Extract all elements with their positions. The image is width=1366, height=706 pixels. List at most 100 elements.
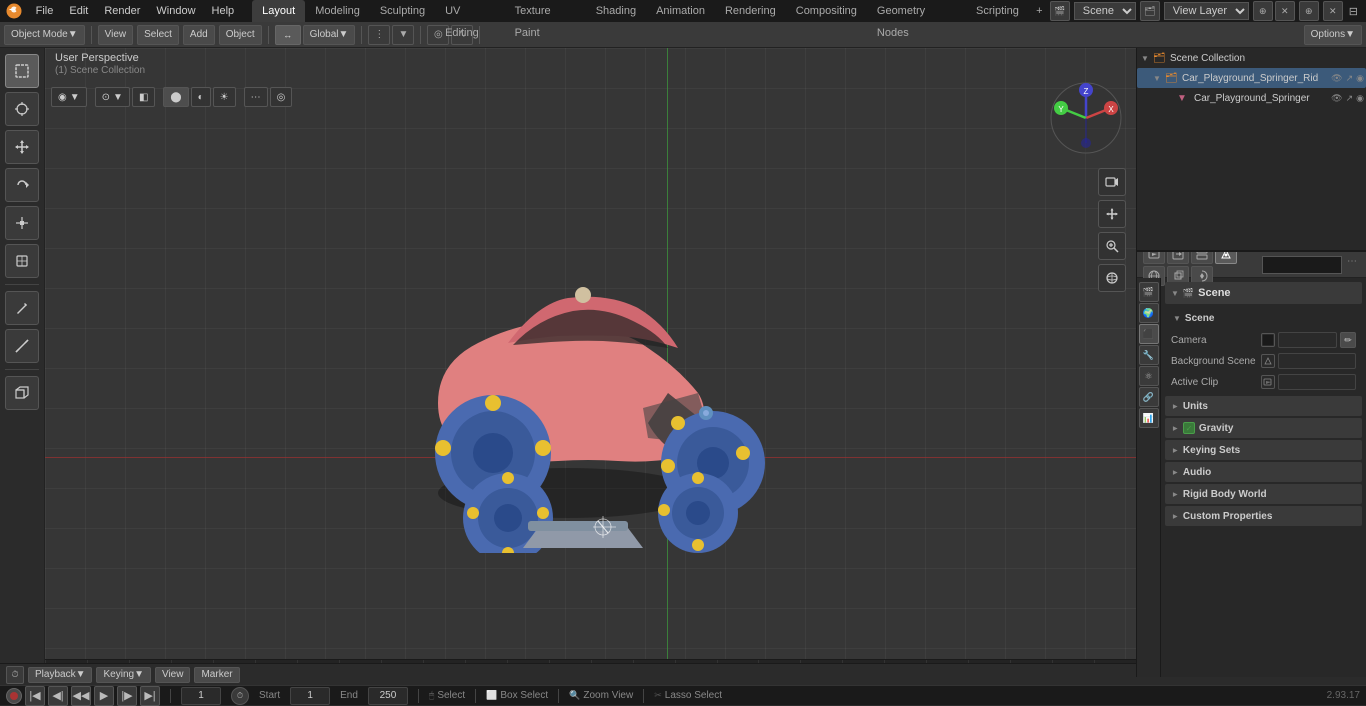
tree-item-car[interactable]: ▶ ▼ Car_Playground_Springer 👁 ↗ ◉ — [1137, 88, 1366, 108]
car-visibility-btn[interactable]: 👁 — [1331, 93, 1342, 104]
prop-icon-output[interactable] — [1167, 252, 1189, 264]
options-btn[interactable]: Options ▼ — [1304, 25, 1362, 45]
object-mode-btn[interactable]: Object Mode ▼ — [4, 25, 85, 45]
scale-tool-btn[interactable] — [5, 206, 39, 240]
camera-view-btn[interactable] — [1098, 168, 1126, 196]
tab-modeling[interactable]: Modeling — [305, 0, 370, 22]
props-left-obj-btn[interactable]: ⬛ — [1139, 324, 1159, 344]
bg-scene-value-field[interactable] — [1278, 353, 1356, 369]
transform-tool-btn[interactable] — [5, 244, 39, 278]
play-btn[interactable]: ▶ — [94, 686, 114, 706]
cursor-tool-btn[interactable] — [5, 92, 39, 126]
car-rig-render-btn[interactable]: ◉ — [1356, 73, 1364, 84]
menu-edit[interactable]: Edit — [61, 0, 96, 22]
marker-menu-btn[interactable]: Marker — [194, 667, 239, 683]
audio-section-header[interactable]: ▼ Audio — [1165, 462, 1362, 482]
transform-orient-btn[interactable]: ↔ — [275, 25, 301, 45]
gravity-checkbox[interactable]: ✓ — [1183, 422, 1195, 434]
tree-scene-collection[interactable]: ▼ 🗂 Scene Collection — [1137, 48, 1366, 68]
camera-edit-btn[interactable]: ✏ — [1340, 332, 1356, 348]
orientation-gizmo[interactable]: Z X Y — [1046, 78, 1126, 158]
keying-menu-btn[interactable]: Keying ▼ — [96, 667, 150, 683]
rotate-tool-btn[interactable] — [5, 168, 39, 202]
material-shading-btn[interactable]: ◐ — [191, 87, 211, 107]
menu-window[interactable]: Window — [148, 0, 203, 22]
tab-shading[interactable]: Shading — [586, 0, 646, 22]
camera-value-field[interactable] — [1278, 332, 1337, 348]
props-left-mod-btn[interactable]: 🔧 — [1139, 345, 1159, 365]
step-forward-btn[interactable]: |▶ — [117, 686, 137, 706]
jump-start-btn[interactable]: |◀ — [25, 686, 45, 706]
custom-props-header[interactable]: ▼ Custom Properties — [1165, 506, 1362, 526]
snap-btn[interactable]: ⋮ — [368, 25, 390, 45]
tab-scripting[interactable]: Scripting — [966, 0, 1029, 22]
menu-render[interactable]: Render — [96, 0, 148, 22]
view-menu-btn-tl[interactable]: View — [155, 667, 191, 683]
units-section-header[interactable]: ▼ Units — [1165, 396, 1362, 416]
view-layer-remove-btn[interactable]: ✕ — [1323, 1, 1343, 21]
view-layer-icon-btn[interactable]: 🗂 — [1140, 1, 1160, 21]
timeline-type-btn[interactable]: ⏱ — [6, 666, 24, 684]
rendered-shading-btn[interactable]: ☀ — [213, 87, 236, 107]
viewport-shading-btn[interactable]: ◉ ▼ — [51, 87, 87, 107]
scene-subsection-header[interactable]: ▼ Scene — [1165, 308, 1362, 328]
annotate-tool-btn[interactable] — [5, 291, 39, 325]
scene-section-header[interactable]: ▼ 🎬 Scene — [1165, 282, 1362, 304]
view-layer-selector[interactable]: View Layer — [1164, 2, 1249, 20]
view-menu-btn[interactable]: View — [98, 25, 134, 45]
xray-btn[interactable]: ◧ — [132, 87, 155, 107]
rigid-body-header[interactable]: ▼ Rigid Body World — [1165, 484, 1362, 504]
add-cube-btn[interactable] — [5, 376, 39, 410]
record-btn[interactable] — [6, 688, 22, 704]
keying-sets-header[interactable]: ▼ Keying Sets — [1165, 440, 1362, 460]
car-rig-visibility-btn[interactable]: 👁 — [1331, 73, 1342, 84]
menu-file[interactable]: File — [28, 0, 62, 22]
prop-icon-view-layer[interactable] — [1191, 252, 1213, 264]
car-rig-select-btn[interactable]: ↗ — [1346, 73, 1354, 84]
zoom-view-btn[interactable] — [1098, 232, 1126, 260]
remove-icon[interactable]: ✕ — [1275, 1, 1295, 21]
props-left-world-btn[interactable]: 🌍 — [1139, 303, 1159, 323]
tree-item-car-rig[interactable]: ▼ 🗂 Car_Playground_Springer_Rid 👁 ↗ ◉ — [1137, 68, 1366, 88]
add-menu-btn[interactable]: Add — [183, 25, 215, 45]
tab-compositing[interactable]: Compositing — [786, 0, 867, 22]
gravity-section-header[interactable]: ▼ ✓ Gravity — [1165, 418, 1362, 438]
proportional-toggle-btn[interactable]: ◎ — [270, 87, 293, 107]
viewport[interactable]: User Perspective (1) Scene Collection ◉ … — [45, 48, 1136, 677]
props-left-const-btn[interactable]: 🔗 — [1139, 387, 1159, 407]
properties-search[interactable] — [1262, 256, 1342, 274]
tab-layout[interactable]: Layout — [252, 0, 305, 22]
move-tool-btn[interactable] — [5, 130, 39, 164]
global-btn[interactable]: Global ▼ — [303, 25, 356, 45]
props-left-phys-btn[interactable]: ⚛ — [1139, 366, 1159, 386]
props-left-scene-btn[interactable]: 🎬 — [1139, 282, 1159, 302]
active-clip-value-field[interactable] — [1278, 374, 1356, 390]
object-menu-btn[interactable]: Object — [219, 25, 262, 45]
frame-clock-btn[interactable]: ⏱ — [231, 687, 249, 705]
snap-toggle-btn[interactable]: ⋯ — [244, 87, 268, 107]
frame-counter[interactable] — [181, 687, 221, 705]
end-frame-input[interactable] — [368, 687, 408, 705]
car-render-btn[interactable]: ◉ — [1356, 93, 1364, 104]
measure-tool-btn[interactable] — [5, 329, 39, 363]
props-left-data-btn[interactable]: 📊 — [1139, 408, 1159, 428]
tab-geometry-nodes[interactable]: Geometry Nodes — [867, 0, 966, 22]
prop-icon-render[interactable] — [1143, 252, 1165, 264]
prop-icon-scene[interactable] — [1215, 252, 1237, 264]
car-select-btn[interactable]: ↗ — [1346, 93, 1354, 104]
pan-view-btn[interactable] — [1098, 200, 1126, 228]
select-menu-btn[interactable]: Select — [137, 25, 179, 45]
add-workspace-button[interactable]: + — [1029, 0, 1050, 22]
props-options-btn[interactable]: ⋯ — [1344, 256, 1360, 274]
menu-help[interactable]: Help — [204, 0, 243, 22]
tab-rendering[interactable]: Rendering — [715, 0, 786, 22]
tab-sculpting[interactable]: Sculpting — [370, 0, 435, 22]
solid-shading-btn[interactable]: ⬤ — [163, 87, 188, 107]
jump-end-btn[interactable]: ▶| — [140, 686, 160, 706]
snap-opts-btn[interactable]: ▼ — [392, 25, 414, 45]
start-frame-input[interactable] — [290, 687, 330, 705]
tab-texture-paint[interactable]: Texture Paint — [505, 0, 586, 22]
tab-animation[interactable]: Animation — [646, 0, 715, 22]
copy-icon[interactable]: ⊕ — [1253, 1, 1273, 21]
tab-uv-editing[interactable]: UV Editing — [435, 0, 504, 22]
